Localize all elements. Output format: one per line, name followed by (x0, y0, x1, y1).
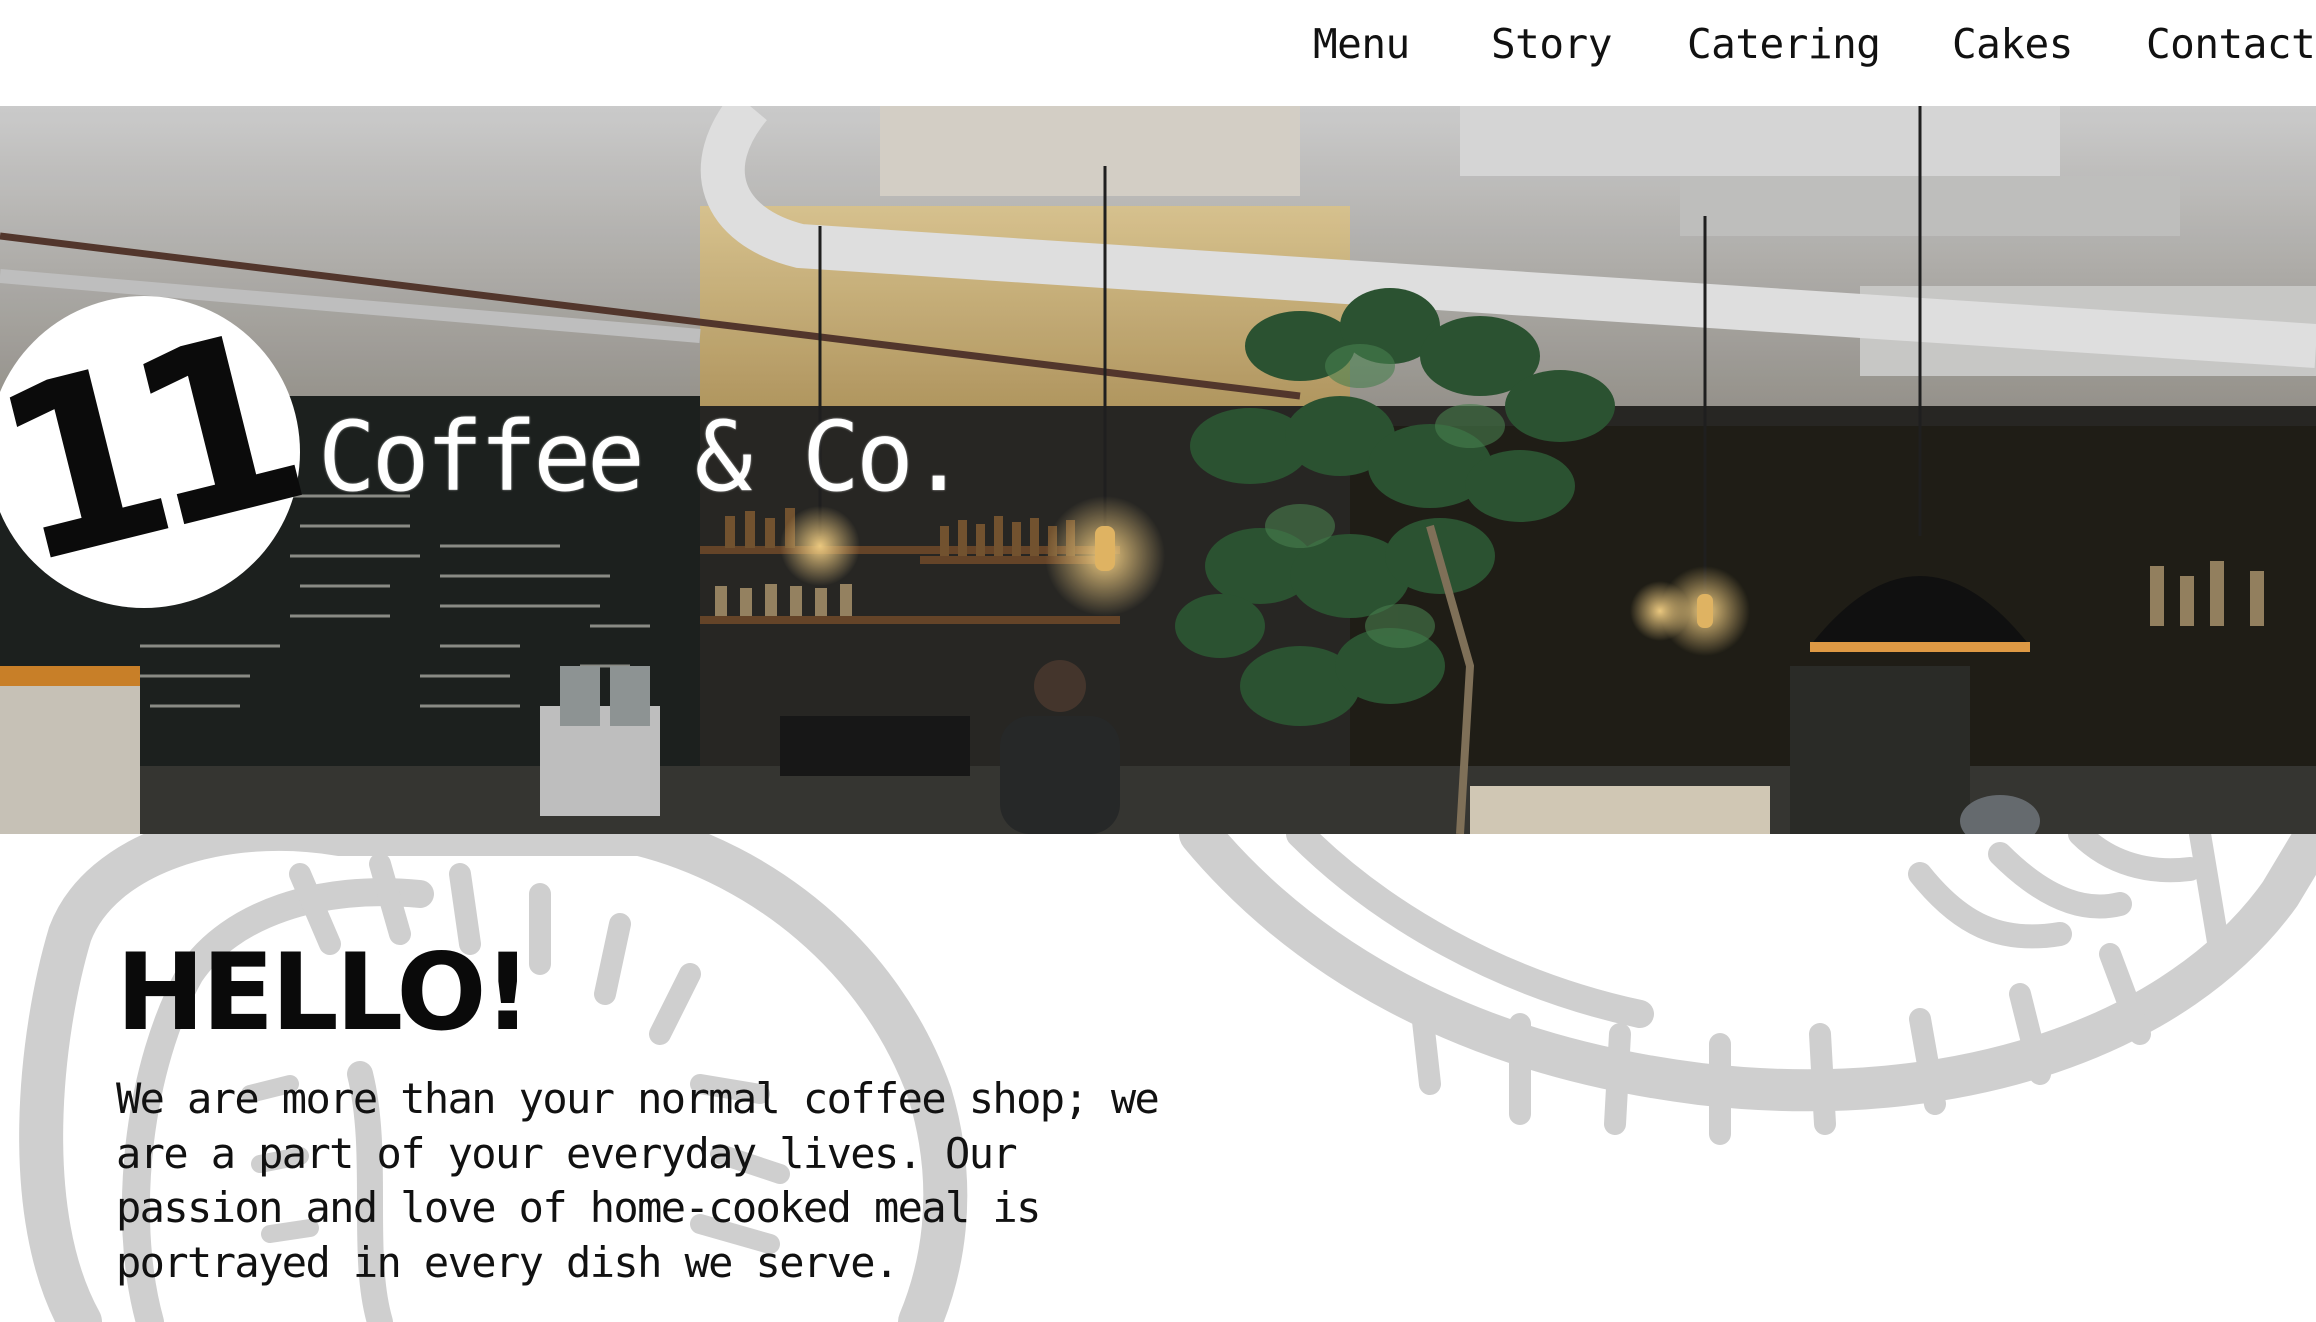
intro-paragraph: We are more than your normal coffee shop… (116, 1074, 1160, 1287)
intro-section: HELLO! We are more than your normal coff… (0, 834, 2316, 1322)
nav-link-cakes[interactable]: Cakes (1952, 16, 2073, 72)
top-navigation: Menu Story Catering Cakes Contact (0, 0, 2316, 106)
hero-banner: 11 Coffee & Co. (0, 106, 2316, 834)
brand-logo-number: 11 (0, 284, 305, 620)
nav-link-menu[interactable]: Menu (1313, 16, 1410, 72)
nav-link-contact[interactable]: Contact (2146, 16, 2316, 72)
brand-name: Coffee & Co. (318, 401, 968, 513)
nav-link-catering[interactable]: Catering (1687, 16, 1881, 72)
page: Menu Story Catering Cakes Contact 11 Cof… (0, 0, 2316, 1322)
nav-link-story[interactable]: Story (1491, 16, 1612, 72)
brand-logo[interactable]: 11 (0, 284, 304, 619)
intro-title: HELLO! (116, 931, 532, 1054)
